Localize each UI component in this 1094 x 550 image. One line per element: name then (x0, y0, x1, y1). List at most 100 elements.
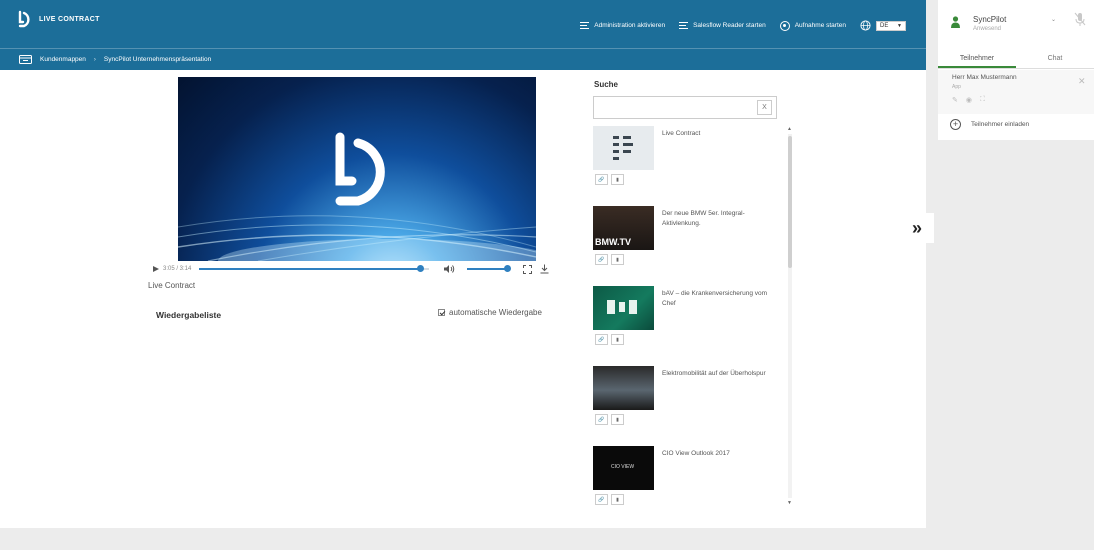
result-actions: 🔗 ▮ (595, 494, 624, 505)
breadcrumb-current: SyncPilot Unternehmenspräsentation (103, 56, 212, 63)
video-player[interactable] (178, 77, 536, 261)
play-icon[interactable] (153, 266, 159, 272)
app-window: LIVE CONTRACT Administration aktivieren … (0, 0, 1094, 550)
fullscreen-icon[interactable]: ⛶ (980, 96, 985, 104)
breadcrumb-root[interactable]: Kundenmappen (40, 56, 86, 63)
record-icon (779, 20, 790, 31)
logo[interactable]: LIVE CONTRACT (17, 10, 100, 28)
live-contract-logo-icon (335, 132, 385, 206)
tab-participants[interactable]: Teilnehmer (938, 50, 1016, 68)
volume-handle[interactable] (503, 265, 511, 272)
link-button[interactable]: 🔗 (595, 494, 608, 505)
video-thumbnail[interactable]: CIO VIEW (593, 446, 654, 490)
footer-strip (0, 528, 926, 550)
scroll-up-icon[interactable]: ▲ (787, 126, 792, 132)
participant-role: App (952, 84, 961, 90)
autoplay-toggle[interactable]: automatische Wiedergabe (438, 308, 542, 317)
reader-start-button[interactable]: Salesflow Reader starten (679, 21, 766, 30)
logo-text: LIVE CONTRACT (39, 15, 100, 23)
presentation-graphic-icon (607, 300, 637, 314)
video-thumbnail[interactable] (593, 366, 654, 410)
participant-name: Herr Max Mustermann (952, 74, 1017, 81)
playback-time: 3:05 / 3:14 (163, 266, 192, 272)
document-button[interactable]: ▮ (611, 494, 624, 505)
scroll-down-icon[interactable]: ▼ (787, 500, 792, 506)
globe-icon (860, 20, 871, 31)
close-icon[interactable]: ✕ (1078, 76, 1086, 87)
scroll-thumb[interactable] (788, 136, 792, 268)
user-name: SyncPilot (973, 15, 1007, 24)
video-thumbnail[interactable] (593, 126, 654, 170)
volume-icon[interactable] (443, 264, 455, 274)
record-start-button[interactable]: Aufnahme starten (779, 20, 846, 31)
progress-fill (199, 268, 421, 270)
chevron-right-icon: › (93, 56, 96, 63)
list-item[interactable]: BMW.TV Der neue BMW 5er. Integral-Aktivl… (593, 206, 785, 286)
document-button[interactable]: ▮ (611, 334, 624, 345)
list-item[interactable]: Live Contract 🔗 ▮ (593, 126, 785, 206)
search-clear-button[interactable]: X (757, 100, 772, 115)
participant-icons: ✎ ◉ ⛶ (952, 96, 985, 104)
live-contract-logo-icon (18, 10, 30, 28)
expand-panel-button[interactable]: » (900, 213, 934, 243)
autoplay-checkbox[interactable] (438, 309, 445, 316)
tab-chat[interactable]: Chat (1016, 50, 1094, 68)
progress-handle[interactable] (416, 265, 424, 272)
result-actions: 🔗 ▮ (595, 334, 624, 345)
language-select[interactable]: DE ▼ (876, 20, 906, 31)
document-graphic-icon (613, 136, 633, 160)
list-item[interactable]: Elektromobilität auf der Überholspur 🔗 ▮ (593, 366, 785, 446)
user-status: Anwesend (973, 26, 1002, 32)
participant-row[interactable]: Herr Max Mustermann App ✕ ✎ ◉ ⛶ (938, 70, 1094, 114)
search-box: X (593, 96, 777, 119)
link-button[interactable]: 🔗 (595, 174, 608, 185)
top-actions: Administration aktivieren Salesflow Read… (580, 20, 906, 31)
list-item[interactable]: CIO VIEW CIO View Outlook 2017 🔗 ▮ (593, 446, 785, 506)
lines-icon (580, 21, 590, 30)
caret-down-icon: ▼ (897, 22, 902, 29)
video-thumbnail[interactable] (593, 286, 654, 330)
result-actions: 🔗 ▮ (595, 254, 624, 265)
document-button[interactable]: ▮ (611, 254, 624, 265)
eye-icon[interactable]: ◉ (966, 96, 972, 104)
panel-tabs: Teilnehmer Chat (938, 50, 1094, 68)
autoplay-label: automatische Wiedergabe (449, 308, 542, 317)
playlist-heading: Wiedergabeliste (156, 310, 222, 320)
language-value: DE (880, 22, 889, 29)
search-input[interactable] (594, 97, 752, 118)
document-button[interactable]: ▮ (611, 414, 624, 425)
thumbnail-tag: BMW.TV (595, 237, 631, 247)
lines-icon (679, 21, 689, 30)
current-user[interactable]: SyncPilot Anwesend ⌄ (938, 0, 1094, 50)
result-title: bAV – die Krankenversicherung vom Chef (662, 290, 768, 307)
results-scrollbar[interactable]: ▲ ▼ (785, 126, 794, 506)
search-results-list: Live Contract 🔗 ▮ BMW.TV Der neue BMW 5e… (593, 126, 795, 506)
list-item[interactable]: bAV – die Krankenversicherung vom Chef 🔗… (593, 286, 785, 366)
video-title: Live Contract (148, 281, 196, 290)
tab-divider (938, 68, 1094, 69)
side-panel: SyncPilot Anwesend ⌄ Teilnehmer Chat Her… (938, 0, 1094, 550)
download-icon[interactable] (540, 264, 549, 274)
progress-slider[interactable] (199, 265, 430, 272)
fullscreen-icon[interactable] (523, 264, 533, 274)
result-actions: 🔗 ▮ (595, 174, 624, 185)
folder-icon (19, 55, 32, 64)
volume-slider[interactable] (467, 265, 511, 272)
user-icon (951, 16, 960, 28)
microphone-muted-icon[interactable] (1074, 12, 1086, 28)
link-button[interactable]: 🔗 (595, 414, 608, 425)
video-thumbnail[interactable]: BMW.TV (593, 206, 654, 250)
double-chevron-right-icon: » (911, 217, 922, 238)
edit-icon[interactable]: ✎ (952, 96, 958, 104)
thumbnail-tag: CIO VIEW (611, 464, 635, 470)
link-button[interactable]: 🔗 (595, 254, 608, 265)
invite-participant-button[interactable]: + Teilnehmer einladen (950, 119, 1029, 130)
document-button[interactable]: ▮ (611, 174, 624, 185)
language-switcher[interactable]: DE ▼ (860, 20, 906, 31)
chevron-down-icon[interactable]: ⌄ (1051, 16, 1056, 23)
main-content: 3:05 / 3:14 Live Contract Wiedergabelist… (0, 70, 926, 528)
video-controls: 3:05 / 3:14 (153, 262, 565, 276)
result-actions: 🔗 ▮ (595, 414, 624, 425)
admin-activate-button[interactable]: Administration aktivieren (580, 21, 665, 30)
link-button[interactable]: 🔗 (595, 334, 608, 345)
